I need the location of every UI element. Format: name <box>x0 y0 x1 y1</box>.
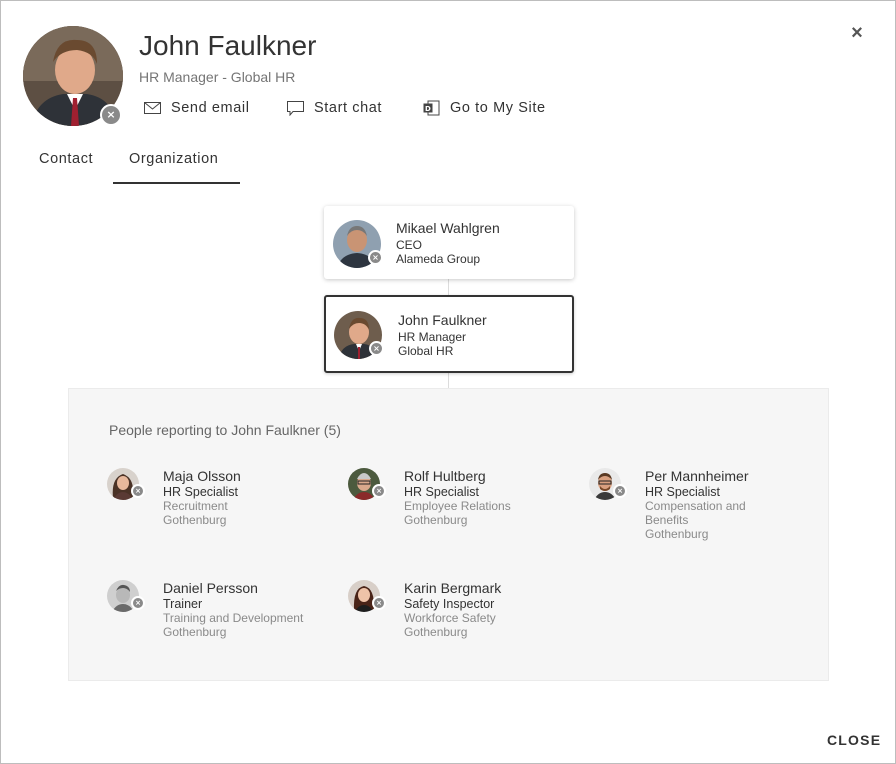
mail-icon <box>142 100 162 116</box>
report-location: Gothenburg <box>404 625 468 639</box>
tab-organization[interactable]: Organization <box>129 151 218 167</box>
report-department: Recruitment <box>163 499 228 513</box>
chat-icon <box>285 100 305 116</box>
report-location: Gothenburg <box>163 513 227 527</box>
report-name: Daniel Persson <box>163 580 258 596</box>
report-location: Gothenburg <box>163 625 227 639</box>
report-department: Workforce Safety <box>404 611 496 625</box>
profile-dialog: × × John Faulkner HR Manager - Global HR… <box>0 0 896 764</box>
org-connector <box>448 373 449 388</box>
report-location: Gothenburg <box>404 513 468 527</box>
report-person[interactable]: × Maja Olsson HR Specialist Recruitment … <box>107 468 327 558</box>
presence-offline-icon: × <box>372 484 386 498</box>
presence-offline-icon: × <box>368 250 383 265</box>
manager-department: Alameda Group <box>396 252 481 266</box>
report-name: Maja Olsson <box>163 468 241 484</box>
presence-offline-icon: × <box>372 596 386 610</box>
current-person-name: John Faulkner <box>398 312 487 328</box>
report-title: HR Specialist <box>404 485 480 499</box>
current-person-department: Global HR <box>398 344 454 358</box>
report-title: Trainer <box>163 597 203 611</box>
send-email-button[interactable]: Send email <box>142 97 250 119</box>
direct-reports-heading: People reporting to John Faulkner (5) <box>109 422 341 438</box>
start-chat-label: Start chat <box>314 100 383 116</box>
go-to-my-site-label: Go to My Site <box>450 100 546 116</box>
svg-text:D: D <box>425 105 431 113</box>
report-person[interactable]: × Daniel Persson Trainer Training and De… <box>107 580 327 670</box>
manager-name: Mikael Wahlgren <box>396 220 500 236</box>
close-button[interactable]: CLOSE <box>827 732 881 748</box>
report-title: Safety Inspector <box>404 597 495 611</box>
report-title: HR Specialist <box>645 485 721 499</box>
org-connector <box>448 279 449 295</box>
report-person[interactable]: × Rolf Hultberg HR Specialist Employee R… <box>348 468 568 558</box>
presence-offline-icon: × <box>131 596 145 610</box>
go-to-my-site-button[interactable]: D Go to My Site <box>421 97 546 119</box>
manager-card[interactable]: × Mikael Wahlgren CEO Alameda Group <box>324 206 574 279</box>
report-person[interactable]: × Karin Bergmark Safety Inspector Workfo… <box>348 580 568 670</box>
close-icon[interactable]: × <box>849 23 865 43</box>
presence-offline-icon: × <box>369 341 384 356</box>
tab-contact[interactable]: Contact <box>39 151 93 167</box>
presence-offline-icon: × <box>613 484 627 498</box>
manager-title: CEO <box>396 238 423 252</box>
start-chat-button[interactable]: Start chat <box>285 97 382 119</box>
selected-tab-indicator <box>113 182 240 184</box>
report-location: Gothenburg <box>645 527 709 541</box>
profile-name: John Faulkner <box>139 30 317 61</box>
send-email-label: Send email <box>171 100 250 116</box>
presence-offline-icon: × <box>100 104 122 126</box>
current-person-card[interactable]: × John Faulkner HR Manager Global HR <box>324 295 574 373</box>
profile-title: HR Manager - Global HR <box>139 69 296 85</box>
report-name: Per Mannheimer <box>645 468 749 484</box>
presence-offline-icon: × <box>131 484 145 498</box>
current-person-title: HR Manager <box>398 330 467 344</box>
direct-reports-panel: People reporting to John Faulkner (5) × … <box>68 388 829 681</box>
report-name: Rolf Hultberg <box>404 468 486 484</box>
report-department: Employee Relations <box>404 499 511 513</box>
report-department: Compensation and Benefits <box>645 499 746 527</box>
report-department: Training and Development <box>163 611 304 625</box>
report-title: HR Specialist <box>163 485 239 499</box>
report-name: Karin Bergmark <box>404 580 502 596</box>
report-person[interactable]: × Per Mannheimer HR Specialist Compensat… <box>589 468 809 558</box>
sharepoint-icon: D <box>421 100 441 116</box>
